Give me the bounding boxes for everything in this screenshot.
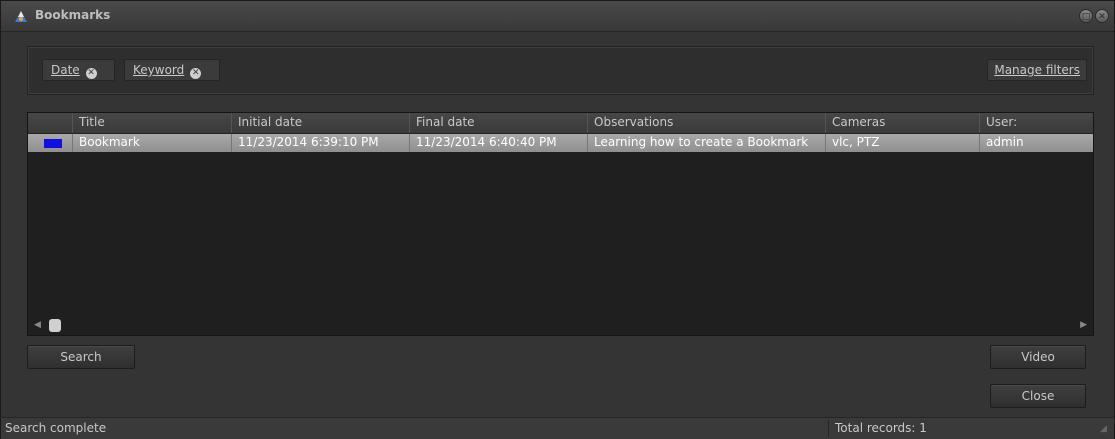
status-divider — [828, 420, 829, 437]
filter-chip-label: Keyword — [133, 63, 185, 77]
resize-grip-icon[interactable]: ◢ — [1100, 424, 1110, 434]
status-message: Search complete — [5, 421, 107, 435]
column-header-cameras[interactable]: Cameras — [826, 113, 980, 133]
filter-chip-keyword[interactable]: Keyword ✕ — [124, 59, 220, 81]
column-header-title[interactable]: Title — [73, 113, 232, 133]
close-window-icon[interactable]: ✕ — [1095, 9, 1109, 23]
close-button[interactable]: Close — [990, 384, 1086, 408]
maximize-icon[interactable]: □ — [1079, 9, 1093, 23]
bookmarks-table: Title Initial date Final date Observatio… — [27, 112, 1094, 336]
scrollbar-thumb[interactable] — [49, 319, 61, 332]
total-records: Total records: 1 — [835, 421, 927, 435]
table-header: Title Initial date Final date Observatio… — [28, 113, 1093, 134]
status-bar: Search complete Total records: 1 ◢ — [1, 417, 1114, 439]
scroll-right-arrow-icon[interactable]: ▶ — [1080, 320, 1087, 330]
column-header-initial-date[interactable]: Initial date — [232, 113, 410, 133]
cell-initial-date: 11/23/2014 6:39:10 PM — [232, 134, 410, 152]
cell-user: admin — [986, 135, 1024, 149]
bookmarks-window: Bookmarks □ ✕ Date ✕ Keyword ✕ Manage filt… — [0, 0, 1115, 439]
title-bar[interactable]: Bookmarks □ ✕ — [1, 1, 1114, 32]
cell-observations: Learning how to create a Bookmark — [588, 134, 826, 152]
app-logo-icon — [15, 11, 27, 22]
window-title: Bookmarks — [35, 8, 111, 22]
horizontal-scrollbar[interactable]: ◀ ▶ — [28, 317, 1093, 335]
column-header-observations[interactable]: Observations — [588, 113, 826, 133]
filter-chip-label: Date — [51, 63, 80, 77]
video-button[interactable]: Video — [990, 345, 1086, 369]
bookmark-color-swatch — [44, 139, 62, 148]
cell-cameras: vlc, PTZ — [826, 134, 980, 152]
row-color-cell — [28, 134, 73, 152]
table-row[interactable]: Bookmark 11/23/2014 6:39:10 PM 11/23/201… — [28, 134, 1093, 152]
cell-title: Bookmark — [73, 134, 232, 152]
remove-filter-icon[interactable]: ✕ — [190, 68, 202, 79]
column-header-user[interactable]: User: — [980, 113, 1093, 133]
filter-chip-date[interactable]: Date ✕ — [42, 59, 115, 81]
remove-filter-icon[interactable]: ✕ — [85, 68, 97, 79]
column-header-final-date[interactable]: Final date — [410, 113, 588, 133]
search-button[interactable]: Search — [27, 345, 135, 369]
cell-final-date: 11/23/2014 6:40:40 PM — [410, 134, 588, 152]
manage-filters-button[interactable]: Manage filters — [987, 59, 1087, 81]
column-header-color[interactable] — [28, 113, 73, 133]
scroll-left-arrow-icon[interactable]: ◀ — [34, 320, 41, 330]
filter-panel: Date ✕ Keyword ✕ Manage filters — [27, 46, 1094, 95]
